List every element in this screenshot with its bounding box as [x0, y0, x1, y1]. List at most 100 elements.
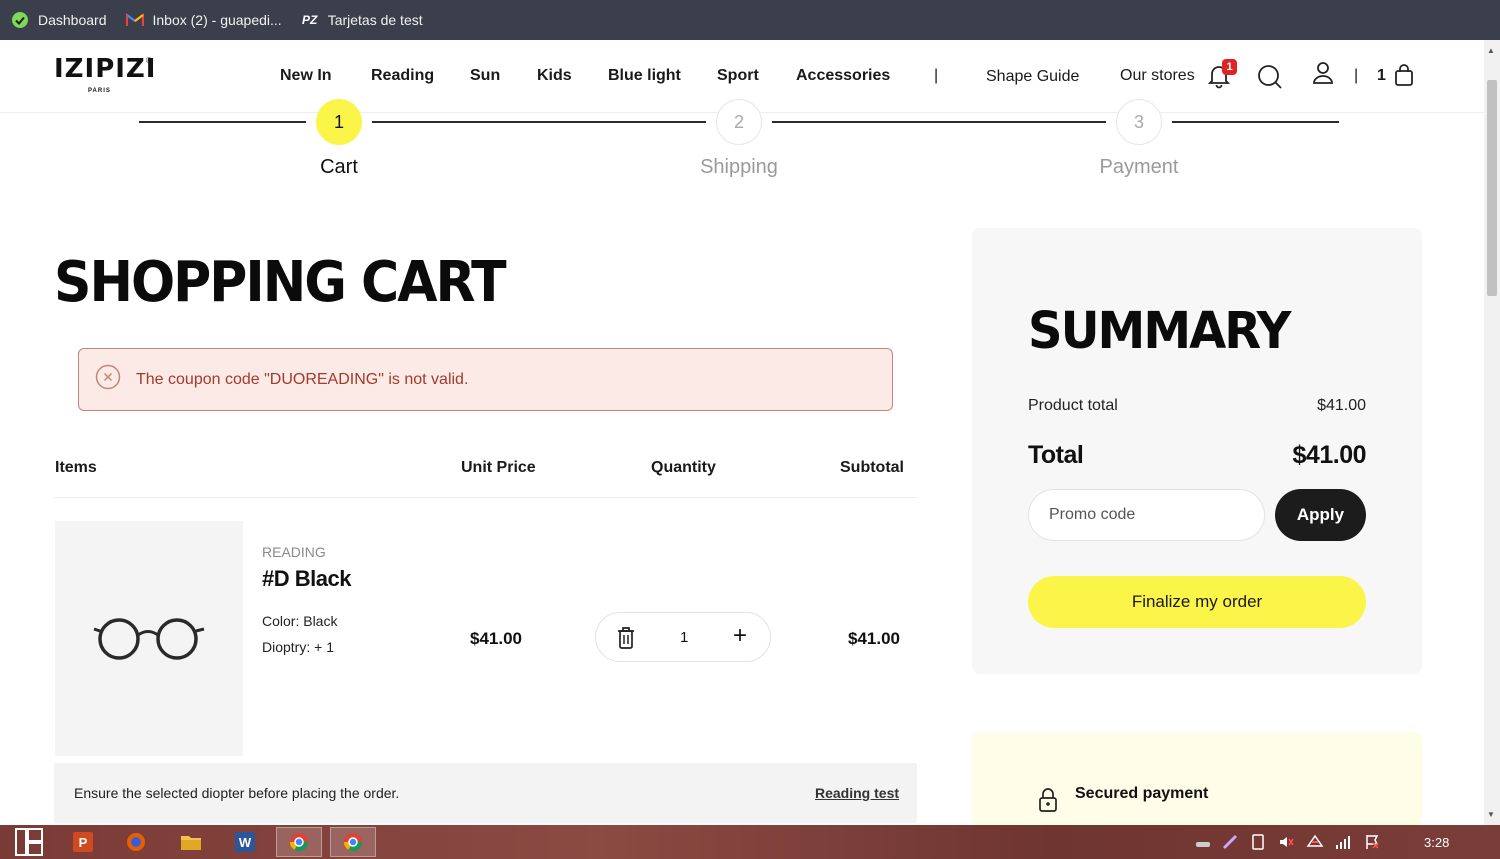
bookmarks-bar: Dashboard Inbox (2) - guapedi... PZ Tarj… — [0, 0, 1500, 40]
secured-payment-panel: Secured payment — [972, 732, 1422, 827]
product-dioptry: Dioptry: + 1 — [262, 639, 334, 655]
nav-sport[interactable]: Sport — [717, 67, 759, 85]
page-scrollbar[interactable]: ▲ ▼ — [1484, 40, 1500, 825]
registered-mark: ® — [146, 56, 152, 65]
izipizi-logo[interactable]: IZIPIZI PARIS ® — [54, 54, 157, 94]
lock-icon — [1037, 787, 1059, 818]
nav-blue-light[interactable]: Blue light — [608, 67, 681, 85]
line-subtotal: $41.00 — [848, 629, 900, 648]
search-icon[interactable] — [1257, 64, 1283, 95]
scroll-thumb[interactable] — [1487, 80, 1497, 296]
action-center-flag-icon[interactable] — [1364, 834, 1380, 850]
product-category: READING — [262, 544, 326, 560]
apply-button[interactable]: Apply — [1275, 489, 1366, 541]
step-label-cart[interactable]: Cart — [239, 156, 439, 179]
column-header-unit-price: Unit Price — [461, 459, 536, 476]
column-header-subtotal: Subtotal — [840, 459, 904, 476]
total-label: Total — [1028, 441, 1084, 469]
nav-sun[interactable]: Sun — [470, 67, 500, 85]
nav-kids[interactable]: Kids — [537, 67, 572, 85]
finalize-order-button[interactable]: Finalize my order — [1028, 576, 1366, 628]
total-row: Total $41.00 — [1028, 441, 1367, 470]
start-icon[interactable] — [6, 827, 52, 857]
bookmark-tarjetas[interactable]: PZ Tarjetas de test — [300, 10, 423, 30]
chrome-icon[interactable] — [276, 827, 322, 857]
firefox-icon[interactable] — [113, 827, 159, 857]
bookmark-inbox[interactable]: Inbox (2) - guapedi... — [125, 10, 282, 30]
stepper-line — [139, 121, 306, 123]
nav-new-in[interactable]: New In — [280, 67, 332, 85]
step-circle-shipping: 2 — [716, 99, 762, 145]
stepper-line — [772, 121, 1106, 123]
shopping-bag-icon[interactable] — [1394, 63, 1414, 92]
svg-text:W: W — [239, 835, 252, 850]
gmail-icon — [125, 10, 145, 30]
plus-icon[interactable]: + — [733, 622, 747, 650]
column-header-quantity: Quantity — [651, 459, 716, 476]
step-label-shipping: Shipping — [700, 156, 778, 178]
step-circle-payment: 3 — [1116, 99, 1162, 145]
bookmark-label: Inbox (2) - guapedi... — [152, 12, 282, 28]
trash-icon[interactable] — [616, 626, 636, 655]
step-circle-cart: 1 — [316, 99, 362, 145]
stepper-line — [1172, 121, 1339, 123]
device-icon[interactable] — [1250, 834, 1266, 850]
chrome-icon[interactable] — [330, 827, 376, 857]
alert-message: The coupon code "DUOREADING" is not vali… — [136, 370, 469, 388]
user-icon[interactable] — [1312, 61, 1334, 90]
nav-reading[interactable]: Reading — [371, 67, 434, 85]
order-summary: SUMMARY Product total $41.00 Total $41.0… — [972, 228, 1422, 674]
page-title: SHOPPING CART — [54, 250, 507, 315]
divider — [54, 497, 917, 498]
word-icon[interactable]: W — [222, 827, 268, 857]
product-color: Color: Black — [262, 613, 338, 629]
scroll-up-arrow-icon[interactable]: ▲ — [1487, 46, 1495, 55]
stepper-line — [372, 121, 706, 123]
notice-text: Ensure the selected diopter before placi… — [74, 785, 400, 801]
volume-muted-icon[interactable] — [1278, 834, 1294, 850]
diopter-notice: Ensure the selected diopter before placi… — [54, 763, 917, 823]
logo-subtext: PARIS — [88, 88, 111, 94]
product-total-row: Product total $41.00 — [1028, 397, 1366, 415]
unit-price: $41.00 — [470, 629, 522, 648]
drive-icon[interactable] — [1195, 834, 1211, 850]
step-label-payment: Payment — [1099, 156, 1179, 178]
coupon-error-alert: The coupon code "DUOREADING" is not vali… — [78, 348, 893, 411]
cart-count: 1 — [1377, 67, 1386, 84]
product-image[interactable] — [55, 521, 243, 756]
os-taskbar: P W 3:28 — [0, 825, 1500, 859]
nav-accessories[interactable]: Accessories — [796, 67, 890, 85]
bookmark-label: Dashboard — [38, 12, 107, 28]
network-alert-icon[interactable] — [1306, 834, 1324, 850]
system-clock[interactable]: 3:28 — [1424, 835, 1449, 850]
total-value: $41.00 — [1292, 441, 1367, 469]
promo-code-input[interactable] — [1028, 489, 1265, 541]
pen-icon[interactable] — [1222, 834, 1238, 850]
quantity-stepper: 1 + — [595, 612, 771, 662]
pz-icon: PZ — [302, 13, 318, 27]
file-explorer-icon[interactable] — [168, 827, 214, 857]
product-total-value: $41.00 — [1317, 397, 1366, 414]
bookmark-label: Tarjetas de test — [327, 12, 423, 28]
nav-shape-guide[interactable]: Shape Guide — [986, 68, 1079, 86]
summary-title: SUMMARY — [1028, 302, 1291, 361]
powerpoint-icon[interactable]: P — [60, 827, 106, 857]
signal-icon[interactable] — [1335, 834, 1351, 850]
logo-text: IZIPIZI — [54, 54, 157, 84]
glasses-icon — [93, 617, 205, 660]
product-total-label: Product total — [1028, 397, 1118, 414]
nav-separator: | — [934, 67, 939, 84]
column-header-items: Items — [55, 459, 97, 476]
header-separator: | — [1354, 67, 1359, 84]
svg-text:P: P — [79, 835, 88, 850]
secured-payment-label: Secured payment — [1075, 785, 1209, 802]
reading-test-link[interactable]: Reading test — [815, 785, 899, 801]
bookmark-dashboard[interactable]: Dashboard — [10, 10, 107, 30]
notification-badge: 1 — [1222, 59, 1237, 75]
scroll-down-arrow-icon[interactable]: ▼ — [1487, 810, 1495, 819]
check-circle-icon — [10, 10, 30, 30]
error-circle-icon — [95, 364, 121, 395]
product-name[interactable]: #D Black — [262, 566, 351, 592]
nav-our-stores[interactable]: Our stores — [1120, 67, 1195, 85]
quantity-value: 1 — [680, 629, 689, 646]
